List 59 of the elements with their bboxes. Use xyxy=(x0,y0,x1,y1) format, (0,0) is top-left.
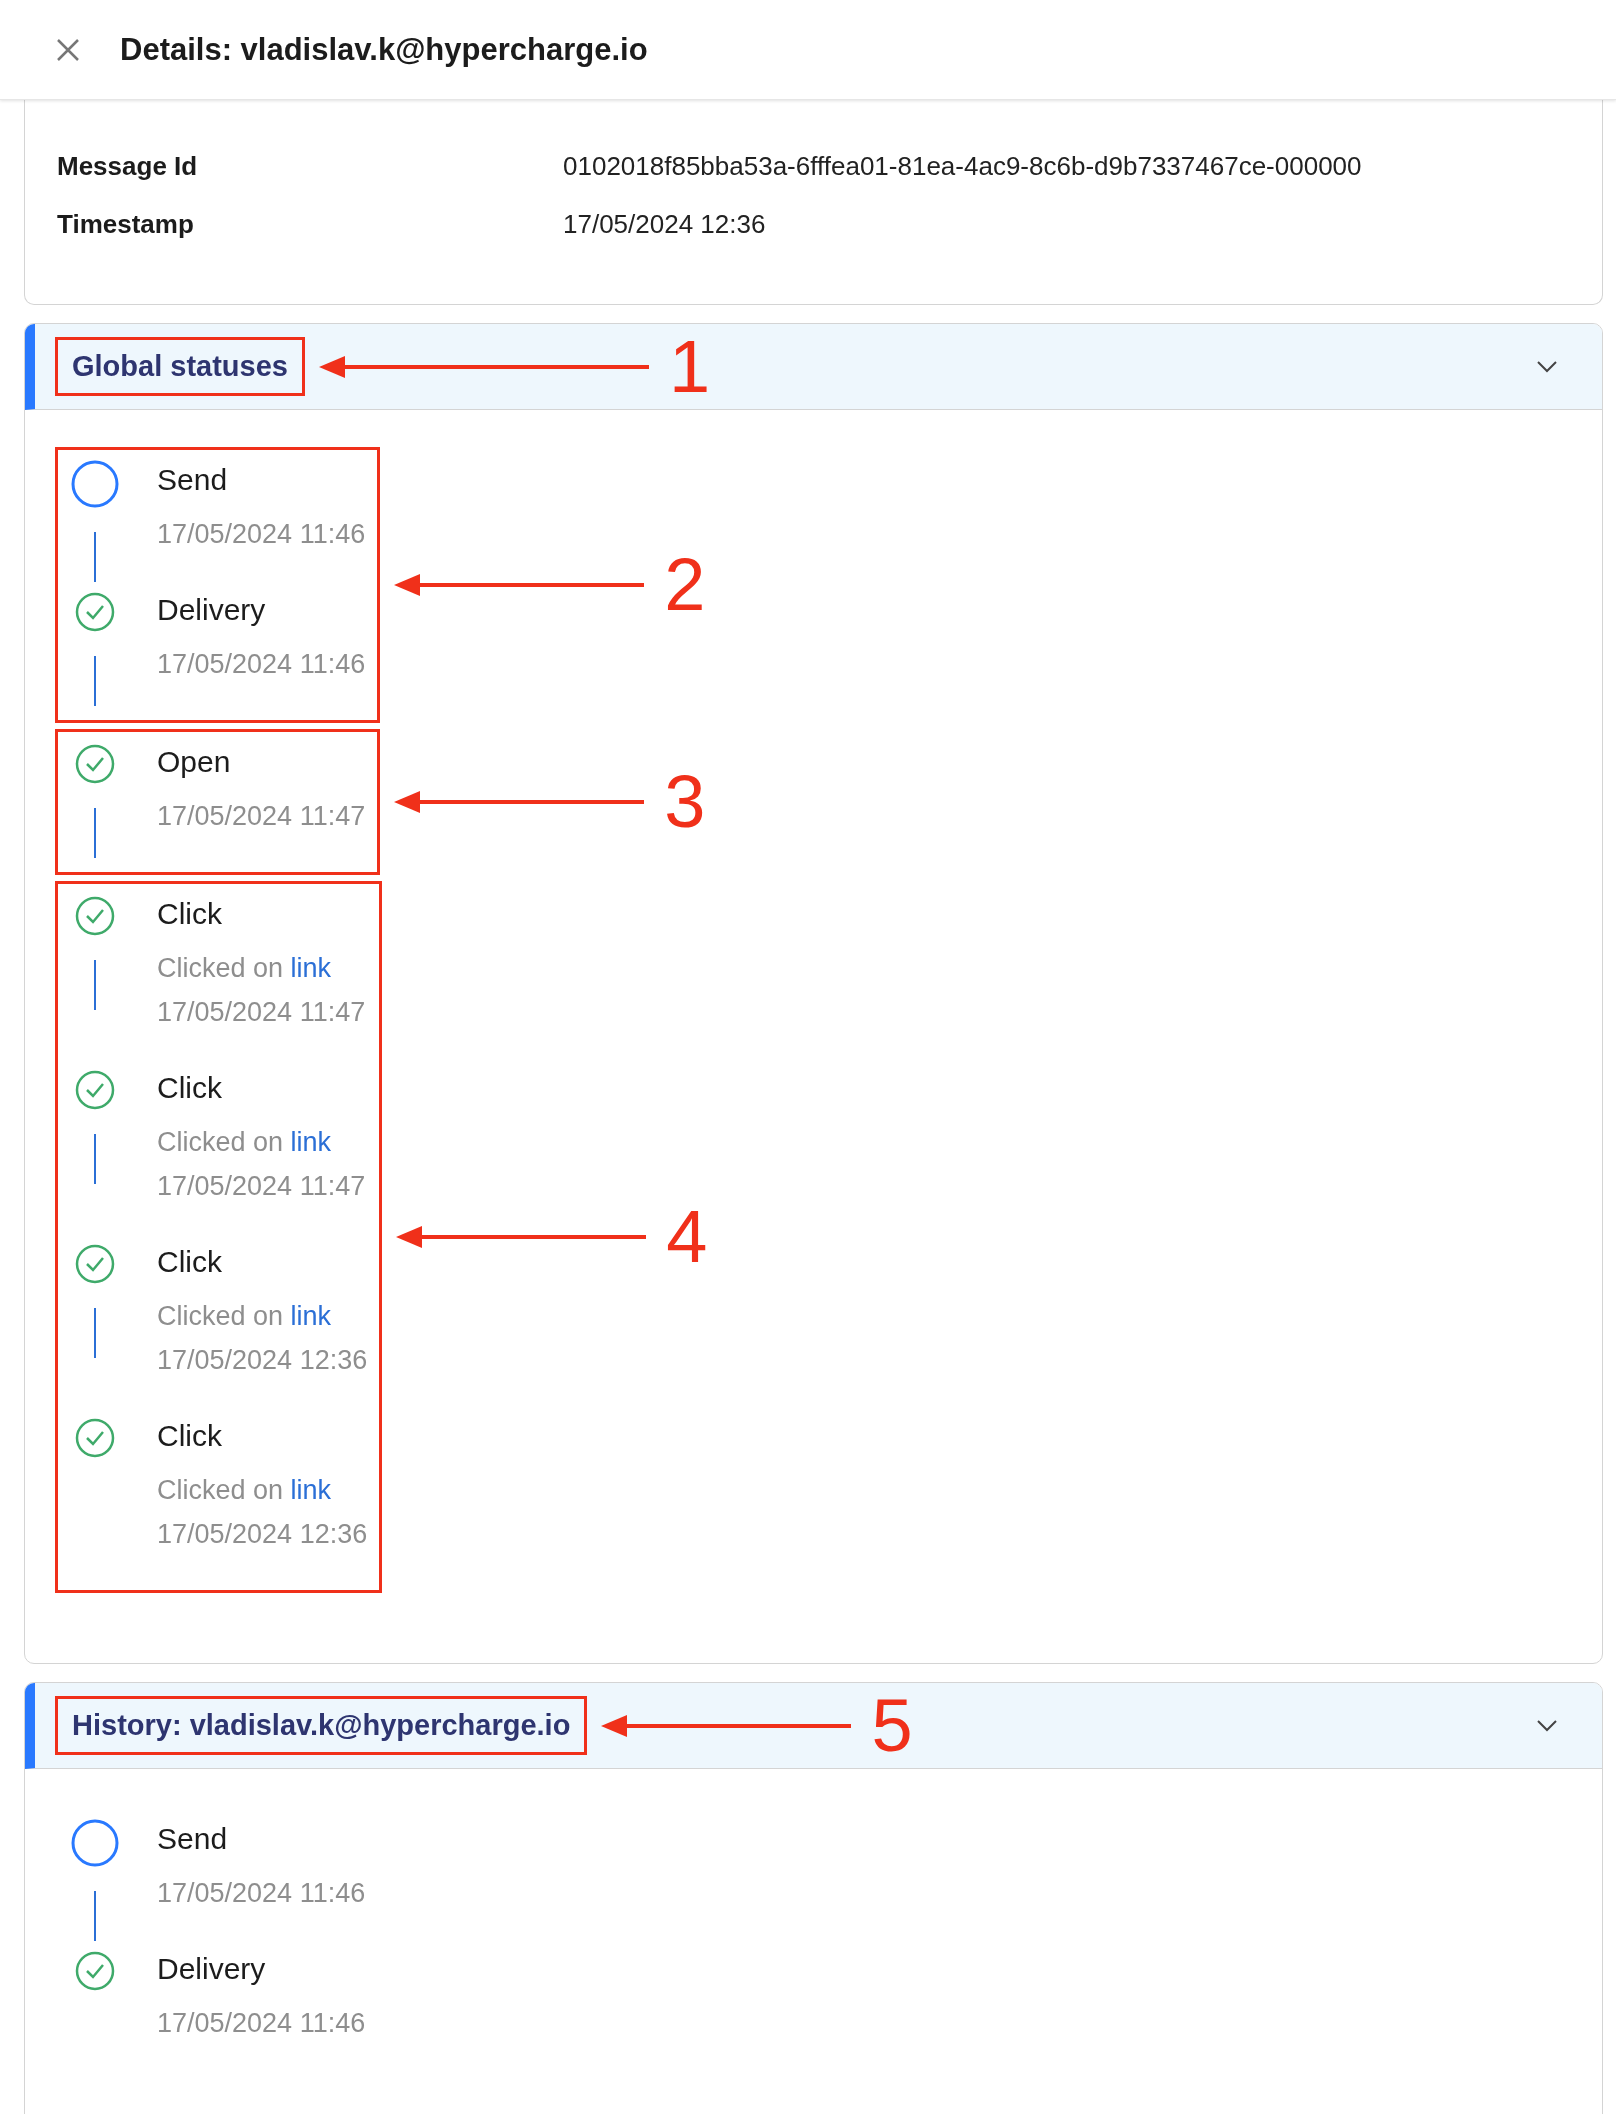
annotation-number: 1 xyxy=(668,329,711,404)
detail-value: 0102018f85bba53a-6fffea01-81ea-4ac9-8c6b-d9b7337467ce-000000 xyxy=(563,150,1363,183)
chevron-icon xyxy=(1536,359,1558,374)
event-link[interactable]: link xyxy=(290,1475,332,1505)
event-detail: Clicked on link xyxy=(157,1300,333,1333)
check-circle-icon xyxy=(75,1070,115,1110)
event-date: 17/05/2024 11:46 xyxy=(157,2007,366,2040)
window-title: Details: vladislav.k@hypercharge.io xyxy=(120,31,648,68)
event-date: 17/05/2024 12:36 xyxy=(157,1344,368,1377)
panel-title: History: vladislav.k@hypercharge.io xyxy=(55,1696,588,1755)
open-circle-icon xyxy=(71,460,119,508)
timeline-connector xyxy=(94,1134,96,1184)
event-title: Send xyxy=(157,462,229,498)
event-title: Send xyxy=(157,1821,229,1857)
panel-header[interactable]: Global statuses 1 xyxy=(25,324,1602,410)
event-date: 17/05/2024 11:47 xyxy=(157,1170,367,1203)
event-date: 17/05/2024 12:36 xyxy=(157,1518,368,1551)
timeline-connector xyxy=(94,656,96,706)
timeline-connector xyxy=(94,1308,96,1358)
event-detail: Clicked on link xyxy=(157,1126,333,1159)
chevron-icon xyxy=(1536,1718,1558,1733)
annotation-number: 3 xyxy=(664,765,706,839)
event-date: 17/05/2024 11:47 xyxy=(157,800,366,833)
event-detail: Clicked on link xyxy=(157,1474,333,1507)
open-circle-icon xyxy=(71,1819,119,1867)
event-link[interactable]: link xyxy=(290,1301,332,1331)
event-title: Delivery xyxy=(157,592,267,628)
timeline-connector xyxy=(94,1891,96,1941)
check-circle-icon xyxy=(75,1418,115,1458)
event-title: Click xyxy=(157,896,223,932)
event-date: 17/05/2024 11:46 xyxy=(157,1877,366,1910)
event-date: 17/05/2024 11:46 xyxy=(157,518,366,551)
timeline-connector xyxy=(94,960,96,1010)
annotation-number: 5 xyxy=(871,1688,913,1763)
event-title: Open xyxy=(157,744,232,780)
event-date: 17/05/2024 11:47 xyxy=(157,996,367,1029)
event-link[interactable]: link xyxy=(290,1127,332,1157)
event-title: Click xyxy=(157,1070,223,1106)
panel-header[interactable]: History: vladislav.k@hypercharge.io 5 xyxy=(25,1683,1602,1769)
event-date: 17/05/2024 11:46 xyxy=(157,648,366,681)
event-title: Click xyxy=(157,1244,223,1280)
timeline-connector xyxy=(94,532,96,582)
detail-label: Message Id xyxy=(57,150,199,183)
check-circle-icon xyxy=(75,744,115,784)
event-detail: Clicked on link xyxy=(157,952,333,985)
panel-title: Global statuses xyxy=(55,337,305,396)
event-title: Delivery xyxy=(157,1951,267,1987)
check-circle-icon xyxy=(75,1244,115,1284)
detail-value: 17/05/2024 12:36 xyxy=(563,208,767,241)
check-circle-icon xyxy=(75,1951,115,1991)
detail-label: Timestamp xyxy=(57,208,195,241)
check-circle-icon xyxy=(75,592,115,632)
annotation-number: 4 xyxy=(666,1200,708,1274)
check-circle-icon xyxy=(75,896,115,936)
timeline-connector xyxy=(94,808,96,858)
close-icon xyxy=(56,37,80,62)
annotation-number: 2 xyxy=(664,548,706,622)
event-title: Click xyxy=(157,1418,223,1454)
event-link[interactable]: link xyxy=(290,953,332,983)
